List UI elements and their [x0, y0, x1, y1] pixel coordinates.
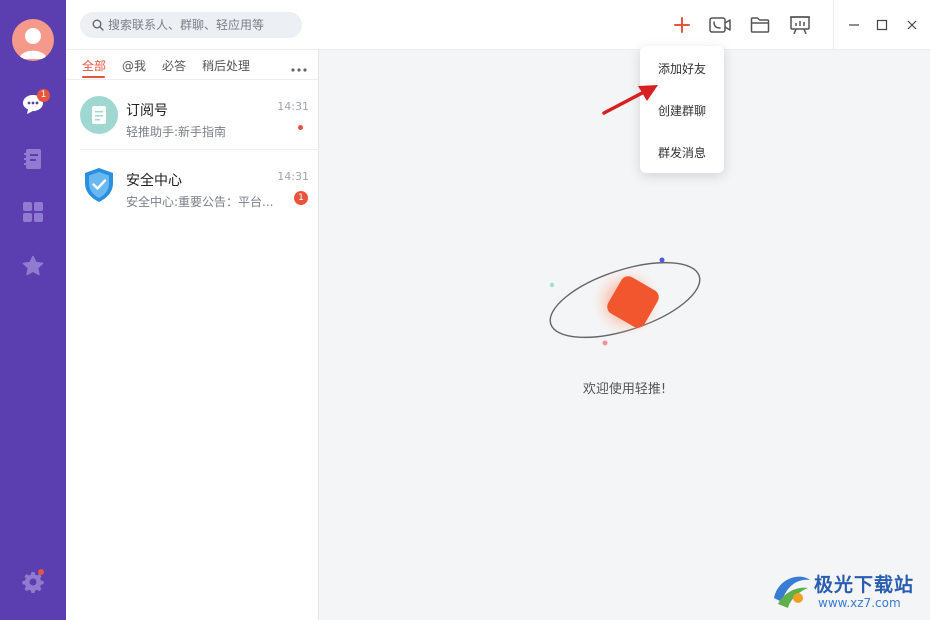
address-book-icon — [24, 149, 41, 169]
apps-nav[interactable] — [20, 199, 46, 225]
unread-dot — [298, 125, 303, 130]
orbit-cube-icon — [549, 257, 701, 346]
top-bar — [66, 0, 930, 50]
search-icon — [92, 19, 104, 31]
conversation-subscriptions[interactable]: 订阅号 轻推助手:新手指南 14:31 — [66, 80, 319, 150]
more-dots-icon — [291, 68, 307, 72]
search-input[interactable] — [108, 18, 298, 32]
grid-apps-icon — [23, 202, 43, 222]
settings-nav[interactable] — [20, 569, 46, 595]
avatar-person-icon — [19, 28, 47, 59]
watermark-url: www.xz7.com — [818, 596, 901, 610]
tab-mentions[interactable]: @我 — [122, 57, 146, 74]
window-controls-divider — [833, 0, 834, 50]
watermark-name: 极光下载站 — [814, 574, 915, 596]
conversation-security-center[interactable]: 安全中心 安全中心:重要公告：平台... 14:31 1 — [66, 150, 319, 220]
annotation-arrow-icon — [602, 85, 658, 115]
star-icon — [22, 255, 44, 276]
conversation-time: 14:31 — [277, 170, 309, 183]
more-tabs-button[interactable] — [290, 58, 308, 77]
add-button[interactable] — [669, 12, 695, 38]
video-call-button[interactable] — [707, 12, 733, 38]
conversation-title: 安全中心 — [126, 173, 182, 189]
presentation-button[interactable] — [787, 12, 813, 38]
maximize-icon — [876, 19, 888, 31]
files-button[interactable] — [747, 12, 773, 38]
favorites-nav[interactable] — [20, 253, 46, 279]
shield-check-icon — [85, 168, 113, 202]
welcome-illustration — [540, 245, 710, 355]
active-tab-indicator — [82, 76, 105, 78]
welcome-message: 欢迎使用轻推! — [582, 382, 667, 397]
presentation-screen-icon — [790, 16, 810, 35]
subscription-avatar — [80, 96, 118, 134]
left-rail: 1 — [0, 0, 66, 620]
tab-must-answer[interactable]: 必答 — [162, 57, 186, 74]
conversation-preview: 安全中心:重要公告：平台... — [126, 195, 274, 209]
messages-unread-badge: 1 — [37, 89, 50, 102]
plus-icon — [674, 17, 690, 33]
site-watermark: 极光下载站 www.xz7.com — [768, 566, 928, 616]
settings-notice-dot — [38, 569, 44, 575]
minimize-icon — [849, 24, 859, 26]
video-phone-icon — [709, 17, 731, 33]
menu-item-broadcast[interactable]: 群发消息 — [640, 144, 724, 161]
messages-nav[interactable]: 1 — [20, 89, 50, 117]
conversation-time: 14:31 — [277, 100, 309, 113]
tab-later[interactable]: 稍后处理 — [202, 57, 250, 74]
conversation-preview: 轻推助手:新手指南 — [126, 125, 227, 139]
menu-item-add-friend[interactable]: 添加好友 — [640, 60, 724, 77]
minimize-button[interactable] — [841, 12, 867, 38]
aurora-logo-icon — [774, 576, 810, 608]
maximize-button[interactable] — [869, 12, 895, 38]
user-avatar[interactable] — [12, 19, 54, 61]
tab-all[interactable]: 全部 — [82, 57, 106, 74]
filter-tabs: 全部 @我 必答 稍后处理 — [66, 50, 318, 80]
security-avatar — [80, 166, 118, 204]
search-box[interactable] — [80, 12, 302, 38]
unread-count-badge: 1 — [294, 191, 308, 205]
conversation-list-panel: 全部 @我 必答 稍后处理 订阅号 轻推助手:新手指南 14:31 安全中心 安… — [66, 50, 319, 620]
document-icon — [80, 96, 118, 134]
close-button[interactable] — [899, 12, 925, 38]
contacts-nav[interactable] — [20, 146, 46, 172]
folder-icon — [750, 17, 770, 33]
close-icon — [907, 20, 917, 30]
conversation-title: 订阅号 — [126, 103, 168, 119]
